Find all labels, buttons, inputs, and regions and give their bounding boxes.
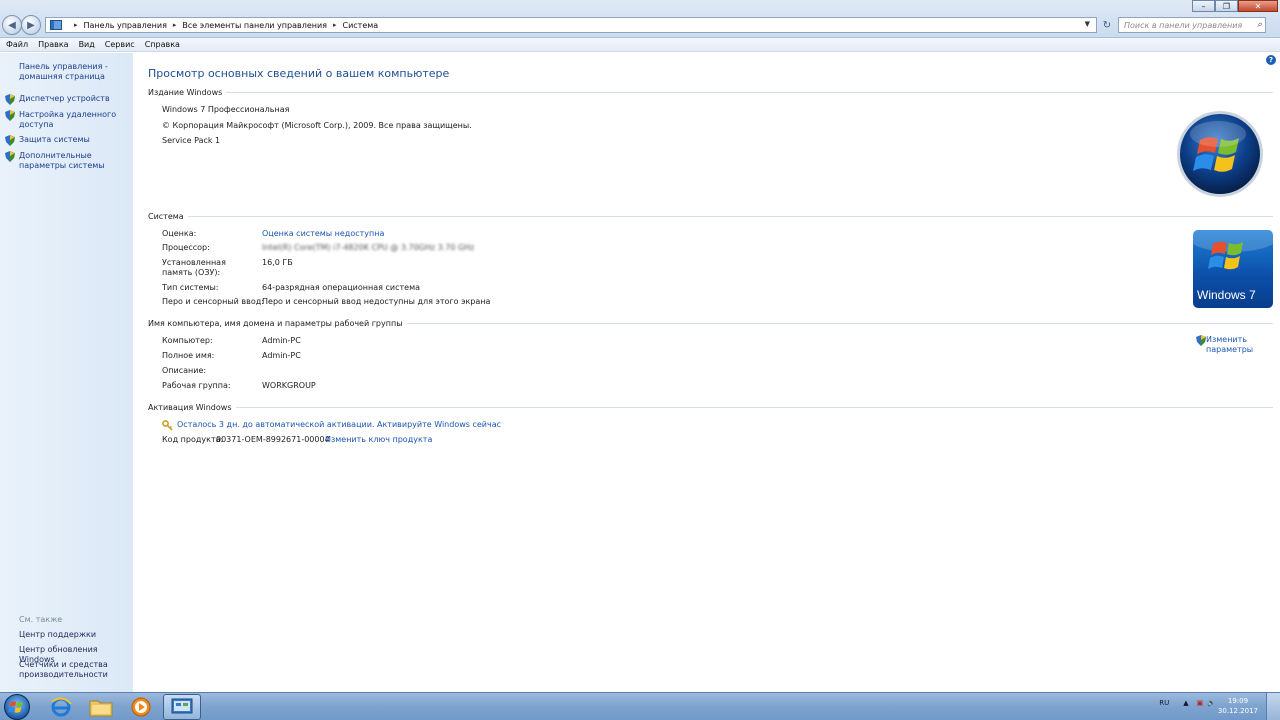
shield-icon [5, 151, 15, 162]
breadcrumb-all-items[interactable]: Все элементы панели управления [182, 21, 327, 30]
menu-edit[interactable]: Правка [38, 40, 68, 49]
address-dropdown-icon[interactable]: ▼ [1085, 20, 1090, 28]
activation-link[interactable]: Осталось 3 дн. до автоматической активац… [177, 420, 501, 429]
workgroup-label: Рабочая группа: [162, 381, 231, 390]
product-key-value: 00371-OEM-8992671-00004 [216, 435, 330, 444]
see-also-action-center[interactable]: Центр поддержки [19, 630, 131, 640]
processor-value: Intel(R) Core(TM) i7-4820K CPU @ 3.70GHz… [262, 243, 475, 252]
language-indicator[interactable]: RU [1159, 699, 1169, 707]
pen-touch-label: Перо и сенсорный ввод: [162, 297, 264, 306]
divider [187, 216, 1273, 217]
section-title: Издание Windows [148, 88, 223, 97]
system-type-label: Тип системы: [162, 283, 219, 292]
minimize-button[interactable]: – [1192, 0, 1215, 12]
section-title: Активация Windows [148, 403, 232, 412]
full-name-label: Полное имя: [162, 351, 215, 360]
see-also-performance[interactable]: Счетчики и средства производительности [19, 660, 131, 680]
sidebar-item-device-manager[interactable]: Диспетчер устройств [19, 94, 129, 104]
maximize-button[interactable]: ❐ [1215, 0, 1238, 12]
ram-value: 16,0 ГБ [262, 258, 293, 267]
sidebar-item-remote-settings[interactable]: Настройка удаленного доступа [19, 110, 129, 130]
see-also-heading: См. также [19, 615, 63, 624]
refresh-icon[interactable]: ↻ [1100, 17, 1114, 33]
show-desktop-button[interactable] [1266, 693, 1280, 720]
clock-time: 19:09 [1227, 697, 1249, 705]
network-warning-icon[interactable]: ▣ [1197, 699, 1204, 707]
breadcrumb-arrow-icon[interactable]: ▸ [74, 21, 78, 29]
system-type-value: 64-разрядная операционная система [262, 283, 421, 292]
forward-button[interactable]: ▶ [21, 15, 41, 35]
breadcrumb-arrow-icon[interactable]: ▸ [173, 21, 177, 29]
processor-label: Процессор: [162, 243, 210, 252]
clock-date: 30.12.2017 [1217, 707, 1258, 715]
computer-value: Admin-PC [262, 336, 301, 345]
explorer-folder-icon[interactable] [82, 694, 120, 720]
media-player-icon[interactable] [122, 694, 160, 720]
change-product-key-link[interactable]: Изменить ключ продукта [325, 435, 432, 444]
sidebar-item-advanced-settings[interactable]: Дополнительные параметры системы [19, 151, 129, 171]
back-button[interactable]: ◀ [2, 15, 22, 35]
clock[interactable]: 19:09 30.12.2017 [1218, 696, 1258, 716]
menu-tools[interactable]: Сервис [105, 40, 135, 49]
workgroup-value: WORKGROUP [262, 381, 316, 390]
section-windows-edition: Издание Windows [148, 88, 1273, 97]
windows-orb-logo [1177, 111, 1263, 197]
page-title: Просмотр основных сведений о вашем компь… [148, 67, 450, 80]
breadcrumb-control-panel[interactable]: Панель управления [84, 21, 167, 30]
ram-label: Установленная память (ОЗУ): [162, 258, 226, 277]
description-label: Описание: [162, 366, 207, 375]
breadcrumb-system[interactable]: Система [343, 21, 379, 30]
rating-label: Оценка: [162, 229, 197, 238]
sidebar-item-home[interactable]: Панель управления - домашняя страница [19, 62, 129, 82]
change-settings-link[interactable]: Изменить параметры [1206, 335, 1266, 355]
rating-link[interactable]: Оценка системы недоступна [262, 229, 384, 238]
address-bar[interactable]: ▸ Панель управления ▸ Все элементы панел… [45, 17, 1097, 33]
breadcrumb-arrow-icon[interactable]: ▸ [333, 21, 337, 29]
shield-icon [5, 110, 15, 121]
search-icon[interactable]: ⌕ [1257, 20, 1262, 30]
service-pack: Service Pack 1 [162, 136, 221, 145]
key-icon [162, 420, 173, 431]
window-controls: – ❐ ✕ [1192, 0, 1278, 12]
speaker-icon[interactable]: 🔈 [1207, 699, 1216, 707]
section-activation: Активация Windows [148, 403, 1273, 412]
windows-edition-name: Windows 7 Профессиональная [162, 105, 290, 114]
divider [226, 92, 1273, 93]
windows-7-logo-text: Windows 7 [1197, 288, 1256, 302]
shield-icon [5, 94, 15, 105]
start-button[interactable] [4, 694, 30, 720]
product-key-label: Код продукта: [162, 435, 224, 444]
shield-icon [5, 135, 15, 146]
navigation-bar: ◀ ▶ ▸ Панель управления ▸ Все элементы п… [0, 0, 1280, 38]
control-panel-icon [50, 20, 62, 30]
section-title: Система [148, 212, 184, 221]
tray-expand-icon[interactable]: ▲ [1183, 699, 1188, 707]
divider [406, 323, 1273, 324]
section-title: Имя компьютера, имя домена и параметры р… [148, 319, 403, 328]
search-input[interactable]: Поиск в панели управления ⌕ [1118, 17, 1266, 33]
taskbar: RU ▲ ▣ 🔈 19:09 30.12.2017 [0, 692, 1280, 720]
menu-bar: Файл Правка Вид Сервис Справка [0, 38, 1280, 52]
sidebar-item-system-protection[interactable]: Защита системы [19, 135, 129, 145]
menu-view[interactable]: Вид [79, 40, 95, 49]
pen-touch-value: Перо и сенсорный ввод недоступны для это… [262, 297, 491, 306]
search-placeholder: Поиск в панели управления [1124, 20, 1243, 30]
control-panel-taskbar-button[interactable] [163, 694, 201, 720]
section-computer-name: Имя компьютера, имя домена и параметры р… [148, 319, 1273, 328]
divider [235, 407, 1273, 408]
menu-help[interactable]: Справка [145, 40, 180, 49]
windows-flag-icon [8, 701, 23, 713]
full-name-value: Admin-PC [262, 351, 301, 360]
section-system: Система [148, 212, 1273, 221]
windows-7-logo: Windows 7 [1193, 230, 1273, 308]
internet-explorer-icon[interactable] [42, 694, 80, 720]
close-button[interactable]: ✕ [1238, 0, 1278, 12]
sidebar: Панель управления - домашняя страница Ди… [0, 53, 133, 692]
main-content: ? Просмотр основных сведений о вашем ком… [133, 53, 1280, 692]
shield-icon [1196, 335, 1206, 346]
computer-label: Компьютер: [162, 336, 213, 345]
menu-file[interactable]: Файл [6, 40, 28, 49]
copyright-text: © Корпорация Майкрософт (Microsoft Corp.… [162, 121, 472, 130]
help-icon[interactable]: ? [1266, 55, 1276, 65]
